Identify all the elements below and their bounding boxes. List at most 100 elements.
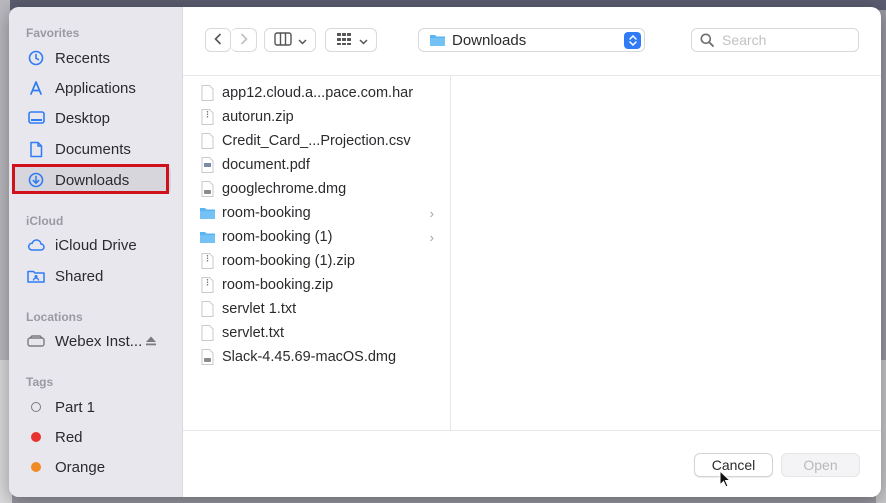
file-name: room-booking (1) [222, 229, 333, 245]
locations-section-title: Locations [26, 310, 83, 324]
folder-icon [198, 206, 216, 220]
applications-icon [25, 80, 47, 96]
folder-icon [198, 230, 216, 244]
chevron-right-icon: › [429, 229, 434, 245]
file-row[interactable]: autorun.zip [198, 106, 448, 128]
eject-icon[interactable] [145, 336, 157, 349]
shared-folder-icon [25, 269, 47, 283]
chevron-right-icon [240, 32, 248, 48]
sidebar-item-icloud-drive[interactable]: iCloud Drive [13, 231, 171, 259]
sidebar-item-label: Downloads [55, 171, 130, 189]
sidebar-item-recents[interactable]: Recents [13, 44, 171, 72]
icloud-section-title: iCloud [26, 214, 64, 228]
favorites-section-title: Favorites [26, 26, 80, 40]
generic-file-icon [198, 133, 216, 149]
sidebar-item-shared[interactable]: Shared [13, 262, 171, 290]
chevron-right-icon: › [429, 205, 434, 221]
clock-icon [25, 50, 47, 66]
location-label: Downloads [452, 31, 527, 49]
file-name: room-booking (1).zip [222, 253, 355, 269]
file-row[interactable]: room-booking (1).zip [198, 250, 448, 272]
document-icon [25, 141, 47, 158]
sidebar-item-applications[interactable]: Applications [13, 74, 171, 102]
columns-view-icon [273, 31, 292, 49]
cloud-icon [25, 239, 47, 251]
red-tag-dot-icon [25, 432, 47, 442]
file-row[interactable]: app12.cloud.a...pace.com.har [198, 82, 448, 104]
toolbar: Downloads [183, 7, 881, 76]
folder-row[interactable]: room-booking (1) › [198, 226, 448, 248]
file-name: room-booking.zip [222, 277, 334, 293]
sidebar-item-label: Red [55, 428, 83, 446]
file-row[interactable]: Credit_Card_...Projection.csv [198, 130, 448, 152]
back-button[interactable] [205, 28, 231, 52]
search-icon [700, 33, 714, 47]
disk-image-icon [198, 349, 216, 365]
sidebar-item-desktop[interactable]: Desktop [13, 104, 171, 132]
file-name: servlet 1.txt [222, 301, 297, 317]
orange-tag-dot-icon [25, 462, 47, 472]
file-row[interactable]: document.pdf [198, 154, 448, 176]
folder-row[interactable]: room-booking › [198, 202, 448, 224]
file-column: app12.cloud.a...pace.com.har autorun.zip… [183, 76, 451, 430]
folder-icon [429, 33, 446, 47]
open-button[interactable]: Open [781, 453, 860, 477]
file-name: Slack-4.45.69-macOS.dmg [222, 349, 397, 365]
tags-section-title: Tags [26, 375, 54, 389]
file-name: servlet.txt [222, 325, 285, 341]
grid-view-icon [335, 32, 353, 49]
sidebar-item-documents[interactable]: Documents [13, 135, 171, 163]
desktop-icon [25, 111, 47, 125]
tag-circle-icon [25, 402, 47, 412]
chevron-left-icon [214, 32, 222, 48]
dialog-footer: Cancel Open [183, 430, 881, 497]
file-name: googlechrome.dmg [222, 181, 347, 197]
sidebar-item-tag-part-1[interactable]: Part 1 [13, 393, 171, 421]
file-name: document.pdf [222, 157, 310, 173]
file-row[interactable]: servlet 1.txt [198, 298, 448, 320]
chevron-down-icon [358, 32, 368, 48]
file-row[interactable]: servlet.txt [198, 322, 448, 344]
download-icon [25, 172, 47, 188]
zip-file-icon [198, 253, 216, 269]
file-name: app12.cloud.a...pace.com.har [222, 85, 414, 101]
generic-file-icon [198, 301, 216, 317]
sidebar-item-label: Orange [55, 458, 106, 476]
forward-button[interactable] [231, 28, 257, 52]
view-mode-button[interactable] [264, 28, 316, 52]
sidebar-item-label: Recents [55, 49, 111, 67]
sidebar-item-label: Shared [55, 267, 104, 285]
sidebar-item-label: Part 1 [55, 398, 96, 416]
file-row[interactable]: googlechrome.dmg [198, 178, 448, 200]
pdf-file-icon [198, 157, 216, 173]
sidebar-item-tag-orange[interactable]: Orange [13, 453, 171, 481]
zip-file-icon [198, 109, 216, 125]
file-row[interactable]: room-booking.zip [198, 274, 448, 296]
generic-file-icon [198, 85, 216, 101]
sidebar-item-label: Documents [55, 140, 131, 158]
group-by-button[interactable] [325, 28, 377, 52]
preview-pane [451, 76, 881, 430]
mouse-pointer-icon [719, 469, 732, 493]
sidebar-item-label: Applications [55, 79, 136, 97]
drive-icon [25, 335, 47, 347]
open-file-dialog: Favorites Recents Applications Desktop D… [9, 7, 881, 497]
file-name: Credit_Card_...Projection.csv [222, 133, 411, 149]
location-popup[interactable]: Downloads [418, 28, 645, 52]
file-name: autorun.zip [222, 109, 294, 125]
sidebar: Favorites Recents Applications Desktop D… [9, 7, 183, 497]
sidebar-item-label: Desktop [55, 109, 111, 127]
file-row[interactable]: Slack-4.45.69-macOS.dmg [198, 346, 448, 368]
generic-file-icon [198, 325, 216, 341]
cancel-button[interactable]: Cancel [694, 453, 773, 477]
zip-file-icon [198, 277, 216, 293]
updown-chevron-icon [624, 32, 641, 49]
disk-image-icon [198, 181, 216, 197]
chevron-down-icon [297, 32, 307, 48]
search-field[interactable] [691, 28, 859, 52]
search-input[interactable] [720, 31, 844, 49]
sidebar-item-label: iCloud Drive [55, 236, 137, 254]
sidebar-item-downloads[interactable]: Downloads [13, 166, 171, 194]
file-name: room-booking [222, 205, 311, 221]
sidebar-item-tag-red[interactable]: Red [13, 423, 171, 451]
